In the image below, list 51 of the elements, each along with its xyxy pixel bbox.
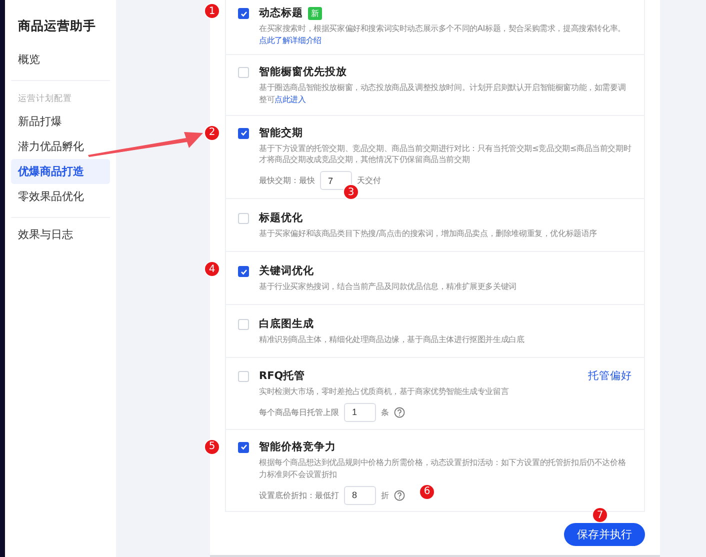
step-marker: 4 xyxy=(204,261,220,278)
preference-link[interactable]: 托管偏好 xyxy=(588,369,632,384)
save-execute-button[interactable]: 保存并执行 xyxy=(564,522,645,546)
option-description: 基于下方设置的托管交期、竞品交期、商品当前交期进行对比：只有当托管交期≤竞品交期≤商品当前交期时才将商品交期改成竞品交期，其他情况下仍保留商品当前交期 xyxy=(259,142,632,166)
step-marker: 5 xyxy=(204,438,220,455)
sidebar-item[interactable]: 潜力优品孵化 xyxy=(11,134,110,159)
option-title: RFQ托管 xyxy=(259,369,306,384)
step-marker: 3 xyxy=(343,184,359,200)
step-marker: 7 xyxy=(592,507,608,523)
sidebar-item[interactable]: 优爆商品打造 xyxy=(11,159,110,184)
option-title: 智能橱窗优先投放 xyxy=(259,64,347,79)
option-title: 白底图生成 xyxy=(259,317,314,332)
option-description: 基于圈选商品智能投放橱窗，动态投放商品及调整投放时间。计划开启则默认开启智能橱窗功能，如需要调整可点此进入 xyxy=(259,82,627,106)
new-badge: 新 xyxy=(308,6,322,20)
step-marker: 2 xyxy=(204,124,220,141)
option-title: 标题优化 xyxy=(259,211,303,226)
unit-label: 天交付 xyxy=(357,175,381,186)
option-description: 基于买家偏好和该商品类目下热搜/高点击的搜索词，增加商品卖点，删除堆砌重复，优化标题语序 xyxy=(259,228,598,240)
option-description: 实时检测大市场，零时差抢占优质商机，基于商家优势智能生成专业留言 xyxy=(259,386,510,398)
option-description: 基于行业买家热搜词，结合当前产品及同款优品信息，精准扩展更多关键词 xyxy=(259,281,518,294)
sidebar-item[interactable]: 零效果品优化 xyxy=(11,184,110,209)
number-field[interactable]: 1 xyxy=(344,402,376,422)
option-description: 根据每个商品想达到优品规则中价格力所需价格，动态设置折扣活动：如下方设置的托管折扣后仍不达价格力标准则不会设置折扣 xyxy=(259,456,627,481)
unit-label: 折 xyxy=(381,490,389,501)
section-heading: 运营计划配置 xyxy=(17,93,73,106)
number-field[interactable]: 7 xyxy=(320,171,352,190)
step-marker: 6 xyxy=(419,484,435,500)
checkbox[interactable] xyxy=(238,128,249,139)
details-link[interactable]: 点此了解详细介绍 xyxy=(259,34,322,45)
setting-label: 每个商品每日托管上限 xyxy=(259,406,339,418)
details-link[interactable]: 点此进入 xyxy=(274,94,306,104)
option-description: 在买家搜索时，根据买家偏好和搜索词实时动态展示多个不同的AI标题，契合采购需求，提高搜索转化率。 点此了解详细介绍 xyxy=(259,23,626,47)
unit-label: 条 xyxy=(381,406,389,418)
checkbox[interactable] xyxy=(238,266,249,278)
sidebar-item[interactable]: 新品打爆 xyxy=(11,109,110,134)
sidebar-item[interactable]: 效果与日志 xyxy=(11,222,110,247)
option-description: 精准识别商品主体，精细化处理商品边缘，基于商品主体进行抠图并生成白底 xyxy=(259,334,526,346)
setting-label: 设置底价折扣：最低打 xyxy=(259,490,339,501)
sidebar-item[interactable]: 概览 xyxy=(11,47,110,72)
help-icon[interactable] xyxy=(394,406,405,418)
setting-label: 最快交期：最快 xyxy=(259,175,315,186)
step-marker: 1 xyxy=(204,3,220,19)
option-title: 关键词优化 xyxy=(259,264,314,278)
option-title: 动态标题 xyxy=(259,6,303,20)
option-title: 智能价格竞争力 xyxy=(259,440,336,454)
number-field[interactable]: 8 xyxy=(344,486,376,505)
help-icon[interactable] xyxy=(394,490,405,501)
checkbox[interactable] xyxy=(238,442,249,453)
option-title: 智能交期 xyxy=(259,126,303,140)
checkbox[interactable] xyxy=(238,8,249,19)
app-title: 商品运营助手 xyxy=(17,18,97,35)
